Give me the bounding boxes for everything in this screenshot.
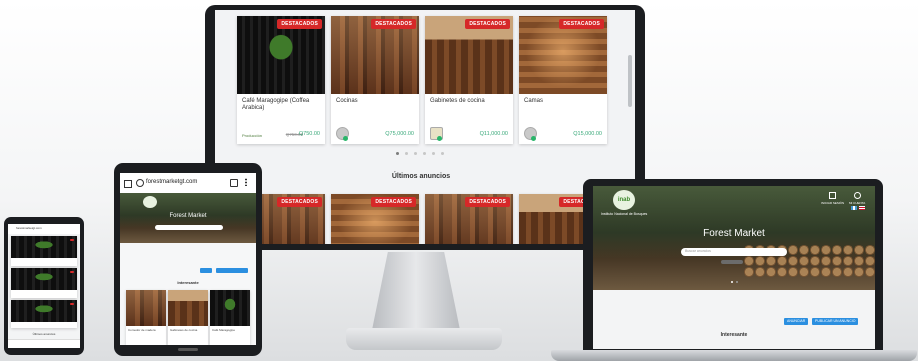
- browser-toolbar: forestmarketgt.com: [120, 173, 256, 193]
- account-link[interactable]: MI CUENTA: [849, 192, 865, 205]
- home-icon: [829, 192, 837, 199]
- product-price: Q750.00: [298, 131, 320, 137]
- monitor-screen: DESTACADOS Café Maragogipe (Coffea Arabi…: [215, 10, 635, 244]
- logo[interactable]: [143, 196, 157, 208]
- carousel-dot[interactable]: [405, 152, 408, 155]
- product-card[interactable]: [11, 236, 77, 266]
- flag-usa-icon[interactable]: [859, 206, 865, 210]
- hero-title: Forest Market: [703, 228, 765, 239]
- product-title: Comedor de madera: [128, 328, 156, 332]
- section-label: Últimos anuncios: [32, 332, 56, 336]
- carousel-dot[interactable]: [423, 152, 426, 155]
- address-bar-url[interactable]: forestmarketgt.com: [146, 179, 197, 185]
- browser-toolbar: forestmarketgt.com: [8, 224, 80, 234]
- product-image: [11, 236, 77, 258]
- user-icon: [853, 192, 861, 199]
- product-card[interactable]: [11, 300, 77, 328]
- monitor-stand-base: [346, 328, 502, 350]
- publish-ad-button[interactable]: [216, 268, 248, 273]
- product-image: [126, 290, 166, 326]
- search-placeholder: Buscar anuncios: [685, 249, 711, 253]
- home-icon[interactable]: [124, 180, 132, 188]
- monitor-stand-neck: [372, 252, 460, 330]
- verified-icon: [343, 136, 348, 141]
- featured-badge: [70, 303, 74, 305]
- featured-badge: DESTACADOS: [371, 19, 416, 29]
- verified-icon: [437, 136, 442, 141]
- search-input[interactable]: Buscar anuncios: [681, 248, 787, 256]
- announce-button[interactable]: [200, 268, 212, 273]
- carousel-dot[interactable]: [414, 152, 417, 155]
- laptop-base: [551, 350, 917, 361]
- featured-badge: [70, 271, 74, 273]
- featured-badge: DESTACADOS: [371, 197, 416, 207]
- login-link[interactable]: INICIAR SESIÓN: [821, 192, 844, 205]
- product-image: [11, 300, 77, 322]
- seller-label: Producción: [242, 133, 263, 138]
- scrollbar[interactable]: [628, 55, 632, 107]
- info-icon[interactable]: [136, 179, 144, 187]
- carousel-dot[interactable]: [736, 281, 738, 283]
- tabs-count-icon[interactable]: [230, 179, 238, 187]
- product-card[interactable]: Comedor de madera: [126, 290, 166, 345]
- laptop-screen: inab Instituto Nacional de Bosques INICI…: [593, 186, 875, 349]
- product-card[interactable]: DESTACADOS: [331, 194, 419, 244]
- product-title: Gabinetes de cocina: [170, 328, 198, 332]
- publish-ad-button[interactable]: PUBLICAR UN ANUNCIO: [812, 318, 859, 325]
- product-title[interactable]: Camas: [524, 98, 604, 105]
- product-title[interactable]: Café Maragogipe (Coffea Arabica): [242, 98, 322, 112]
- hero-title: Forest Market: [169, 213, 207, 219]
- product-price: Q15,000.00: [573, 131, 602, 137]
- phone-screen: forestmarketgt.com Últimos anuncios: [8, 224, 80, 348]
- product-card[interactable]: DESTACADOS Gabinetes de cocina Q11,000.0…: [425, 16, 513, 144]
- featured-badge: DESTACADOS: [277, 197, 322, 207]
- tablet-home-bar: [178, 348, 198, 351]
- product-title[interactable]: Gabinetes de cocina: [430, 98, 510, 105]
- product-card[interactable]: Café Maragogipe: [210, 290, 250, 345]
- institute-text: Instituto Nacional de Bosques: [601, 212, 648, 216]
- product-card[interactable]: DESTACADOS Camas Q15,000.00: [519, 16, 607, 144]
- section-label: Interesante: [720, 332, 748, 338]
- carousel-dot[interactable]: [441, 152, 444, 155]
- featured-badge: [70, 239, 74, 241]
- verified-icon: [531, 136, 536, 141]
- product-card[interactable]: DESTACADOS Cocinas Q75,000.00: [331, 16, 419, 144]
- section-title: Últimos anuncios: [391, 173, 451, 180]
- product-title: Café Maragogipe: [212, 328, 236, 332]
- more-menu-icon[interactable]: [245, 178, 247, 186]
- tablet-screen: forestmarketgt.com Forest Market Interes…: [120, 173, 256, 345]
- section-label: Interesante: [177, 280, 199, 285]
- bottom-nav: [8, 339, 80, 348]
- product-card[interactable]: Gabinetes de cocina: [168, 290, 208, 345]
- search-input[interactable]: [155, 225, 223, 230]
- product-price: Q75,000.00: [385, 131, 414, 137]
- logo-text: inab: [617, 197, 631, 203]
- product-image: [168, 290, 208, 326]
- flag-guatemala-icon[interactable]: [851, 206, 857, 210]
- featured-badge: DESTACADOS: [465, 19, 510, 29]
- product-card[interactable]: DESTACADOS: [425, 194, 513, 244]
- logo[interactable]: inab: [613, 190, 635, 210]
- product-card[interactable]: DESTACADOS Café Maragogipe (Coffea Arabi…: [237, 16, 325, 144]
- carousel-dot-active[interactable]: [396, 152, 399, 155]
- product-card[interactable]: [11, 268, 77, 298]
- featured-badge: DESTACADOS: [559, 19, 604, 29]
- product-price: Q11,000.00: [479, 131, 508, 137]
- address-bar-url[interactable]: forestmarketgt.com: [16, 226, 42, 230]
- search-button[interactable]: [721, 260, 743, 264]
- announce-button[interactable]: ANUNCIAR: [784, 318, 809, 325]
- product-title[interactable]: Cocinas: [336, 98, 416, 105]
- login-label: INICIAR SESIÓN: [821, 201, 845, 205]
- product-image: [210, 290, 250, 326]
- account-label: MI CUENTA: [849, 201, 866, 205]
- product-image: [11, 268, 77, 290]
- carousel-dot[interactable]: [432, 152, 435, 155]
- carousel-dot-active[interactable]: [731, 281, 733, 283]
- featured-badge: DESTACADOS: [465, 197, 510, 207]
- featured-badge: DESTACADOS: [277, 19, 322, 29]
